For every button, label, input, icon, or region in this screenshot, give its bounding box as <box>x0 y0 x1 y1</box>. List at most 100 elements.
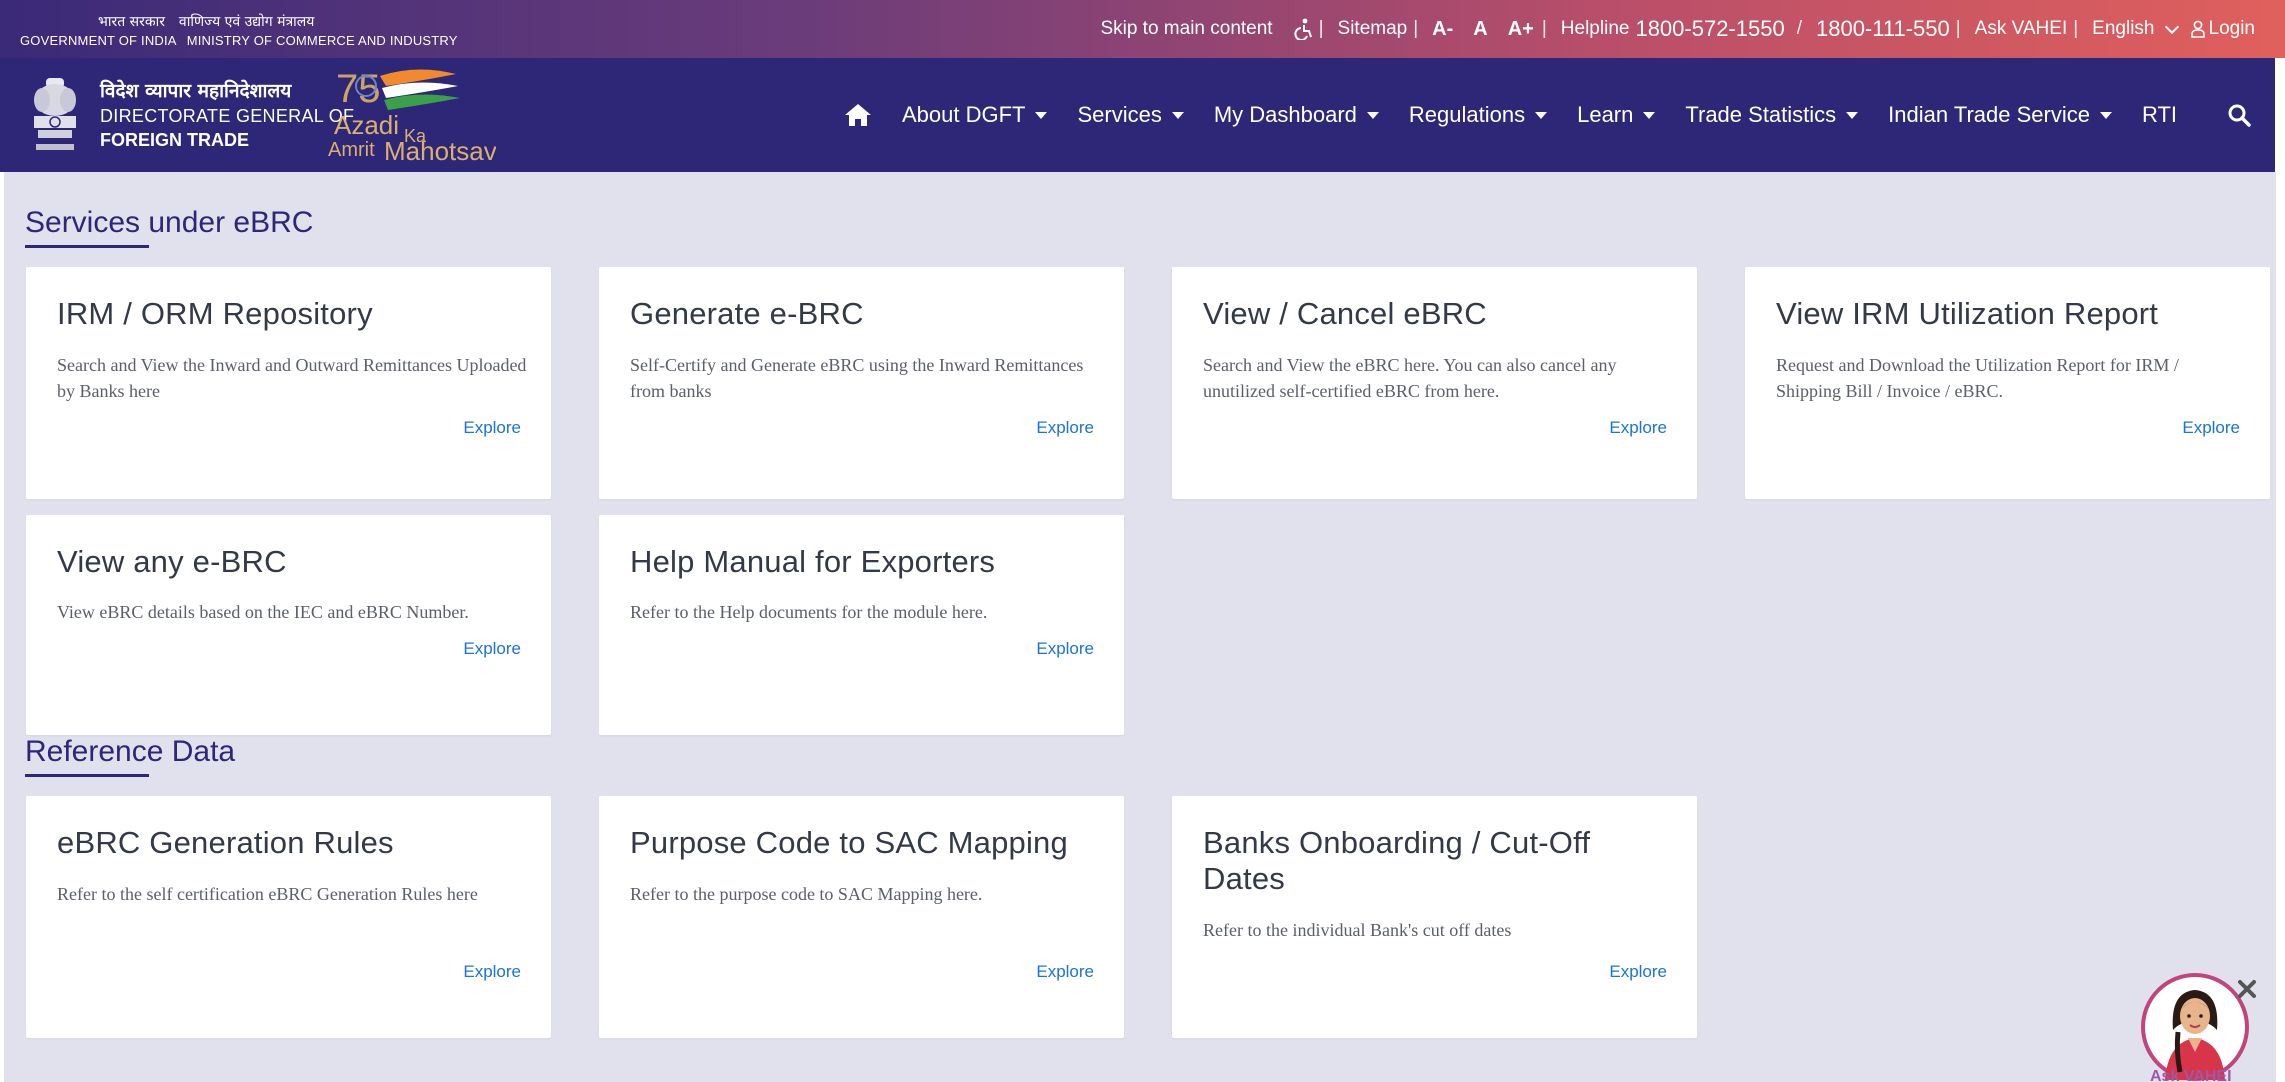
main-content: Services under eBRC IRM / ORM Repository… <box>4 172 2276 1082</box>
explore-link[interactable]: Explore <box>463 418 521 438</box>
caret-down-icon <box>1535 111 1548 119</box>
separator: | <box>1955 18 1961 39</box>
card-description: Self-Certify and Generate eBRC using the… <box>630 355 1084 401</box>
explore-link[interactable]: Explore <box>1036 962 1094 982</box>
card-title: IRM / ORM Repository <box>57 296 373 331</box>
card-title: Generate e-BRC <box>630 296 864 331</box>
utility-links: Skip to main content | Sitemap | A- A A+… <box>1100 0 2255 58</box>
gov-hindi-label: भारत सरकार <box>98 14 165 30</box>
dgft-hindi-name: विदेश व्यापार महानिदेशालय <box>100 80 292 102</box>
card-description: Search and View the eBRC here. You can a… <box>1203 355 1617 401</box>
nav-label: My Dashboard <box>1213 102 1357 127</box>
chevron-down-icon <box>2164 19 2179 35</box>
main-menu: About DGFT Services My Dashboard Regulat… <box>844 58 2251 172</box>
vahei-chatbot-avatar[interactable] <box>2140 972 2250 1082</box>
card-title: Help Manual for Exporters <box>630 544 996 579</box>
helpline-label: Helpline <box>1560 18 1630 39</box>
mahotsav-word: Mahotsav <box>384 136 496 164</box>
skip-to-main-link[interactable]: Skip to main content <box>1100 18 1272 40</box>
government-header: भारत सरकार वाणिज्य एवं उद्योग मंत्रालय GO… <box>20 12 540 50</box>
ministry-hindi-label: वाणिज्य एवं उद्योग मंत्रालय <box>178 14 315 30</box>
card-description: Refer to the individual Bank's cut off d… <box>1203 920 1512 940</box>
card-generate-ebrc: Generate e-BRC Self-Certify and Generate… <box>599 267 1124 499</box>
card-view-any-ebrc: View any e-BRC View eBRC details based o… <box>26 515 551 735</box>
user-icon <box>2190 20 2205 38</box>
section-title-text: Services under eBRC <box>25 206 314 239</box>
explore-link[interactable]: Explore <box>463 639 521 659</box>
nav-label: Services <box>1077 102 1162 127</box>
dgft-name-line2: FOREIGN TRADE <box>100 130 250 150</box>
dgft-logo[interactable]: विदेश व्यापार महानिदेशालय DIRECTORATE GE… <box>24 72 354 158</box>
title-underline <box>25 774 149 777</box>
helpline-number-1[interactable]: 1800-572-1550 <box>1635 16 1784 42</box>
font-increase-button[interactable]: A+ <box>1508 18 1534 41</box>
caret-down-icon <box>1643 111 1656 119</box>
card-description: Refer to the self certification eBRC Gen… <box>57 884 478 904</box>
explore-link[interactable]: Explore <box>1609 418 1667 438</box>
slash: / <box>1796 18 1802 39</box>
explore-link[interactable]: Explore <box>1036 639 1094 659</box>
explore-link[interactable]: Explore <box>1609 962 1667 982</box>
nav-label: RTI <box>2141 102 2177 127</box>
nav-rti[interactable]: RTI <box>2142 102 2177 128</box>
card-description: Request and Download the Utilization Rep… <box>1776 355 2179 401</box>
card-purpose-code-sac-mapping: Purpose Code to SAC Mapping Refer to the… <box>599 796 1124 1038</box>
title-underline <box>25 245 149 248</box>
national-emblem-icon <box>34 78 76 150</box>
card-ebrc-generation-rules: eBRC Generation Rules Refer to the self … <box>26 796 551 1038</box>
explore-link[interactable]: Explore <box>1036 418 1094 438</box>
separator: | <box>2073 18 2079 39</box>
card-description: Refer to the Help documents for the modu… <box>630 602 988 622</box>
caret-down-icon <box>1846 111 1859 119</box>
card-title: eBRC Generation Rules <box>57 825 394 860</box>
card-description: View eBRC details based on the IEC and e… <box>57 602 469 622</box>
dgft-name-line1: DIRECTORATE GENERAL OF <box>100 106 355 126</box>
helpline-number-2[interactable]: 1800-111-550 <box>1816 16 1950 42</box>
card-view-cancel-ebrc: View / Cancel eBRC Search and View the e… <box>1172 267 1697 499</box>
caret-down-icon <box>1035 111 1048 119</box>
home-icon[interactable] <box>844 102 872 128</box>
ministry-english-label: MINISTRY OF COMMERCE AND INDUSTRY <box>186 33 458 48</box>
nav-my-dashboard[interactable]: My Dashboard <box>1214 102 1379 128</box>
separator: | <box>1318 18 1324 39</box>
nav-label: About DGFT <box>901 102 1026 127</box>
nav-learn[interactable]: Learn <box>1577 102 1656 128</box>
sitemap-link[interactable]: Sitemap <box>1338 18 1408 40</box>
caret-down-icon <box>1366 111 1379 119</box>
explore-link[interactable]: Explore <box>2182 418 2240 438</box>
search-icon[interactable] <box>2227 103 2251 127</box>
card-title: View / Cancel eBRC <box>1203 296 1487 331</box>
card-view-irm-utilization-report: View IRM Utilization Report Request and … <box>1745 267 2270 499</box>
font-decrease-button[interactable]: A- <box>1432 18 1453 41</box>
nav-regulations[interactable]: Regulations <box>1408 102 1548 128</box>
explore-link[interactable]: Explore <box>463 962 521 982</box>
card-title: View any e-BRC <box>57 544 287 579</box>
close-icon[interactable] <box>2236 978 2258 1000</box>
language-select[interactable]: English <box>2092 18 2154 40</box>
main-navbar: विदेश व्यापार महानिदेशालय DIRECTORATE GE… <box>0 58 2275 172</box>
amrit-word: Amrit <box>328 139 375 161</box>
nav-indian-trade-service[interactable]: Indian Trade Service <box>1888 102 2112 128</box>
nav-label: Regulations <box>1408 102 1526 127</box>
accessibility-icon[interactable] <box>1293 18 1313 40</box>
nav-trade-statistics[interactable]: Trade Statistics <box>1685 102 1859 128</box>
card-description: Search and View the Inward and Outward R… <box>57 355 527 401</box>
card-title: View IRM Utilization Report <box>1776 296 2159 331</box>
nav-about-dgft[interactable]: About DGFT <box>901 102 1048 128</box>
nav-label: Trade Statistics <box>1685 102 1837 127</box>
section-title-reference-data: Reference Data <box>25 735 236 777</box>
card-description: Refer to the purpose code to SAC Mapping… <box>630 884 983 904</box>
chatbot-label[interactable]: Ask VAHEI <box>2150 1068 2232 1082</box>
azadi-75: 75 <box>336 67 381 111</box>
font-normal-button[interactable]: A <box>1473 18 1487 41</box>
nav-label: Indian Trade Service <box>1888 102 2090 127</box>
ask-vahei-link[interactable]: Ask VAHEI <box>1975 18 2068 40</box>
login-link[interactable]: Login <box>2209 18 2256 40</box>
nav-services[interactable]: Services <box>1077 102 1184 128</box>
caret-down-icon <box>1171 111 1184 119</box>
gov-english-label: GOVERNMENT OF INDIA <box>20 33 177 48</box>
section-title-text: Reference Data <box>25 735 236 768</box>
top-utility-bar: भारत सरकार वाणिज्य एवं उद्योग मंत्रालय GO… <box>0 0 2285 58</box>
separator: | <box>1541 18 1547 39</box>
card-title: Purpose Code to SAC Mapping <box>630 825 1068 860</box>
